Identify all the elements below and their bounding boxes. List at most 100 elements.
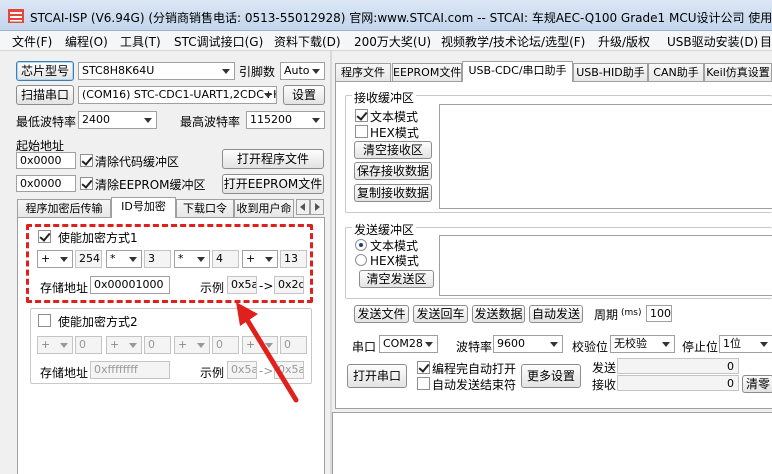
method1-val3-input[interactable]: 4: [212, 250, 239, 268]
save-receive-button[interactable]: 保存接收数据: [354, 162, 432, 180]
stop-bits-select[interactable]: 1位: [719, 335, 772, 353]
period-input[interactable]: 100: [646, 305, 672, 322]
copy-receive-button[interactable]: 复制接收数据: [354, 184, 432, 202]
method1-op4-value: +: [246, 252, 256, 265]
method2-val1-input[interactable]: 0: [75, 336, 102, 354]
menu-download[interactable]: 资料下载(D): [274, 33, 341, 50]
scan-port-button[interactable]: 扫描串口: [16, 85, 74, 105]
recv-count-value: 0: [617, 375, 739, 391]
min-baud-select[interactable]: 2400: [78, 111, 157, 129]
tab-scroll-right-icon[interactable]: [310, 199, 324, 215]
open-eeprom-button[interactable]: 打开EEPROM文件: [222, 174, 324, 194]
chevron-down-icon: [550, 342, 558, 347]
chevron-down-icon: [222, 69, 230, 74]
clear-receive-button[interactable]: 清空接收区: [354, 141, 432, 159]
method1-val2-input[interactable]: 3: [144, 250, 171, 268]
tab-encrypted-transfer[interactable]: 程序加密后传输: [17, 199, 111, 218]
method1-val4-input[interactable]: 13: [280, 250, 307, 268]
send-data-button[interactable]: 发送数据: [472, 305, 525, 323]
method1-op1-select[interactable]: +: [37, 250, 73, 268]
method1-storage-input[interactable]: 0x00001000: [90, 276, 170, 294]
chip-model-select[interactable]: STC8H8K64U: [78, 62, 235, 80]
menu-program[interactable]: 编程(O): [65, 33, 108, 50]
menu-prize[interactable]: 200万大奖(U): [354, 33, 431, 50]
enable-method1-checkbox[interactable]: [38, 230, 51, 243]
menu-debug[interactable]: STC调试接口(G): [174, 33, 263, 50]
send-text-mode-radio[interactable]: [355, 239, 367, 251]
tab-usb-cdc-serial[interactable]: USB-CDC/串口助手: [462, 61, 573, 82]
tab-eeprom-file[interactable]: EEPROM文件: [392, 63, 462, 82]
menu-more[interactable]: 目: [760, 33, 772, 50]
menu-usb-driver[interactable]: USB驱动安装(D): [667, 33, 758, 50]
method1-op4-select[interactable]: +: [242, 250, 278, 268]
open-program-button[interactable]: 打开程序文件: [222, 149, 324, 169]
receive-textarea[interactable]: [439, 104, 772, 209]
chevron-down-icon: [312, 69, 320, 74]
tab-program-file[interactable]: 程序文件: [335, 63, 391, 82]
open-port-button[interactable]: 打开串口: [347, 364, 407, 388]
send-hex-mode-radio[interactable]: [355, 254, 367, 266]
method2-op1-select[interactable]: +: [37, 336, 73, 354]
tab-scroll-left-icon[interactable]: [296, 199, 310, 215]
receive-hex-mode-checkbox[interactable]: [355, 125, 368, 138]
method2-val2-input[interactable]: 0: [144, 336, 171, 354]
baud-select[interactable]: 9600: [493, 335, 563, 353]
max-baud-select[interactable]: 115200: [246, 111, 325, 129]
settings-button[interactable]: 设置: [283, 85, 325, 105]
method2-op3-select[interactable]: +: [174, 336, 210, 354]
period-label: 周期: [594, 308, 619, 322]
code-address-input[interactable]: 0x0000: [16, 152, 76, 169]
menu-upgrade[interactable]: 升级/版权: [598, 33, 650, 50]
method2-storage-input[interactable]: 0xffffffff: [90, 361, 170, 379]
parity-value: 无校验: [614, 337, 647, 350]
chip-model-value: STC8H8K64U: [82, 64, 155, 77]
clear-eeprom-checkbox[interactable]: [80, 177, 93, 190]
title-bar[interactable]: STCAI-ISP (V6.94G) (分销商销售电话: 0513-550129…: [0, 0, 772, 31]
eeprom-address-input[interactable]: 0x0000: [16, 175, 76, 192]
auto-open-checkbox[interactable]: [417, 361, 430, 374]
tab-keil-emulation[interactable]: Keil仿真设置: [704, 63, 772, 82]
log-output-area[interactable]: [332, 412, 772, 474]
method1-op3-select[interactable]: *: [174, 250, 210, 268]
method2-op2-select[interactable]: +: [106, 336, 142, 354]
send-enter-button[interactable]: 发送回车: [413, 305, 468, 323]
tab-id-encryption[interactable]: ID号加密: [111, 197, 176, 218]
stop-bits-label: 停止位: [682, 340, 719, 354]
min-baud-label: 最低波特率: [16, 115, 77, 129]
send-textarea[interactable]: [439, 235, 772, 296]
send-file-button[interactable]: 发送文件: [354, 305, 409, 323]
auto-send-button[interactable]: 自动发送: [529, 305, 583, 323]
port-select[interactable]: (COM16) STC-CDC1-UART1,2CDC+HI: [78, 86, 277, 104]
chevron-down-icon: [129, 257, 137, 262]
auto-end-checkbox[interactable]: [417, 377, 430, 390]
chip-model-button[interactable]: 芯片型号: [16, 61, 74, 81]
parity-label: 校验位: [572, 340, 609, 354]
chevron-down-icon: [197, 257, 205, 262]
receive-text-mode-checkbox[interactable]: [355, 109, 368, 122]
method2-op3-value: +: [178, 338, 188, 351]
tab-usb-hid[interactable]: USB-HID助手: [573, 63, 648, 82]
auto-open-label: 编程完自动打开: [432, 362, 517, 376]
more-settings-button[interactable]: 更多设置: [521, 364, 581, 388]
clear-send-button[interactable]: 清空发送区: [359, 270, 434, 288]
chevron-down-icon: [760, 342, 768, 347]
port-select-right-value: COM28: [383, 337, 423, 350]
tab-download-password[interactable]: 下载口令: [176, 199, 234, 218]
menu-video[interactable]: 视频教学/技术论坛/选型(F): [441, 33, 585, 50]
pane-splitter[interactable]: [330, 51, 332, 474]
enable-method2-checkbox[interactable]: [38, 314, 51, 327]
tab-can[interactable]: CAN助手: [648, 63, 704, 82]
send-hex-mode-label: HEX模式: [370, 254, 419, 268]
method1-val1-input[interactable]: 254: [75, 250, 102, 268]
menu-file[interactable]: 文件(F): [12, 33, 52, 50]
app-icon: [8, 9, 24, 23]
clear-count-button[interactable]: 清零: [742, 375, 772, 393]
clear-code-checkbox[interactable]: [80, 154, 93, 167]
tab-user-command[interactable]: 收到用户命: [234, 199, 294, 218]
menu-tools[interactable]: 工具(T): [120, 33, 161, 50]
method1-op2-select[interactable]: *: [106, 250, 142, 268]
period-unit: (ms): [621, 308, 642, 318]
parity-select[interactable]: 无校验: [610, 335, 675, 353]
port-select-right[interactable]: COM28: [379, 335, 438, 353]
pin-count-select[interactable]: Auto: [280, 62, 325, 80]
